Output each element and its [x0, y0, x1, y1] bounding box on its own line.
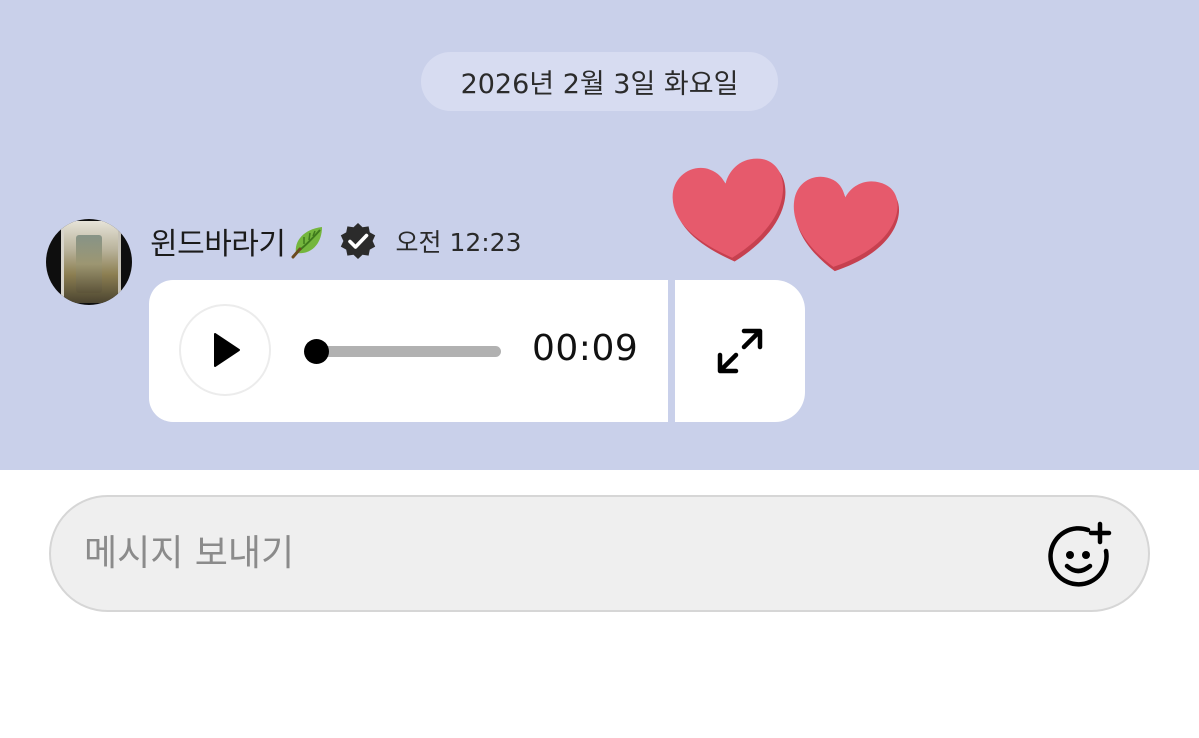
expand-button[interactable]	[675, 280, 805, 422]
avatar-photo	[61, 221, 121, 303]
date-separator: 2026년 2월 3일 화요일	[421, 52, 778, 111]
verified-badge-icon	[338, 221, 378, 261]
heart-icon	[793, 176, 900, 272]
play-button[interactable]	[179, 304, 271, 396]
leaf-icon	[290, 223, 326, 259]
message-input[interactable]	[84, 497, 1014, 610]
audio-progress-knob[interactable]	[304, 339, 329, 364]
heart-icon	[672, 158, 786, 262]
play-icon	[214, 333, 240, 367]
expand-icon	[717, 328, 763, 374]
audio-progress-bar[interactable]	[316, 346, 501, 357]
sender-name[interactable]: 윈드바라기	[150, 219, 286, 263]
add-emoji-button[interactable]	[1048, 521, 1114, 587]
date-text: 2026년 2월 3일 화요일	[460, 69, 739, 100]
chat-area: 2026년 2월 3일 화요일 윈드바라기 오전 12:23 00:09	[0, 0, 1199, 470]
add-emoji-icon	[1048, 521, 1112, 587]
audio-message: 00:09	[149, 280, 668, 422]
message-composer	[49, 495, 1150, 612]
avatar[interactable]	[46, 219, 132, 305]
message-time: 오전 12:23	[395, 228, 522, 257]
message-header: 윈드바라기 오전 12:23	[150, 218, 522, 264]
audio-duration: 00:09	[532, 328, 639, 369]
heart-reaction[interactable]	[664, 152, 904, 282]
